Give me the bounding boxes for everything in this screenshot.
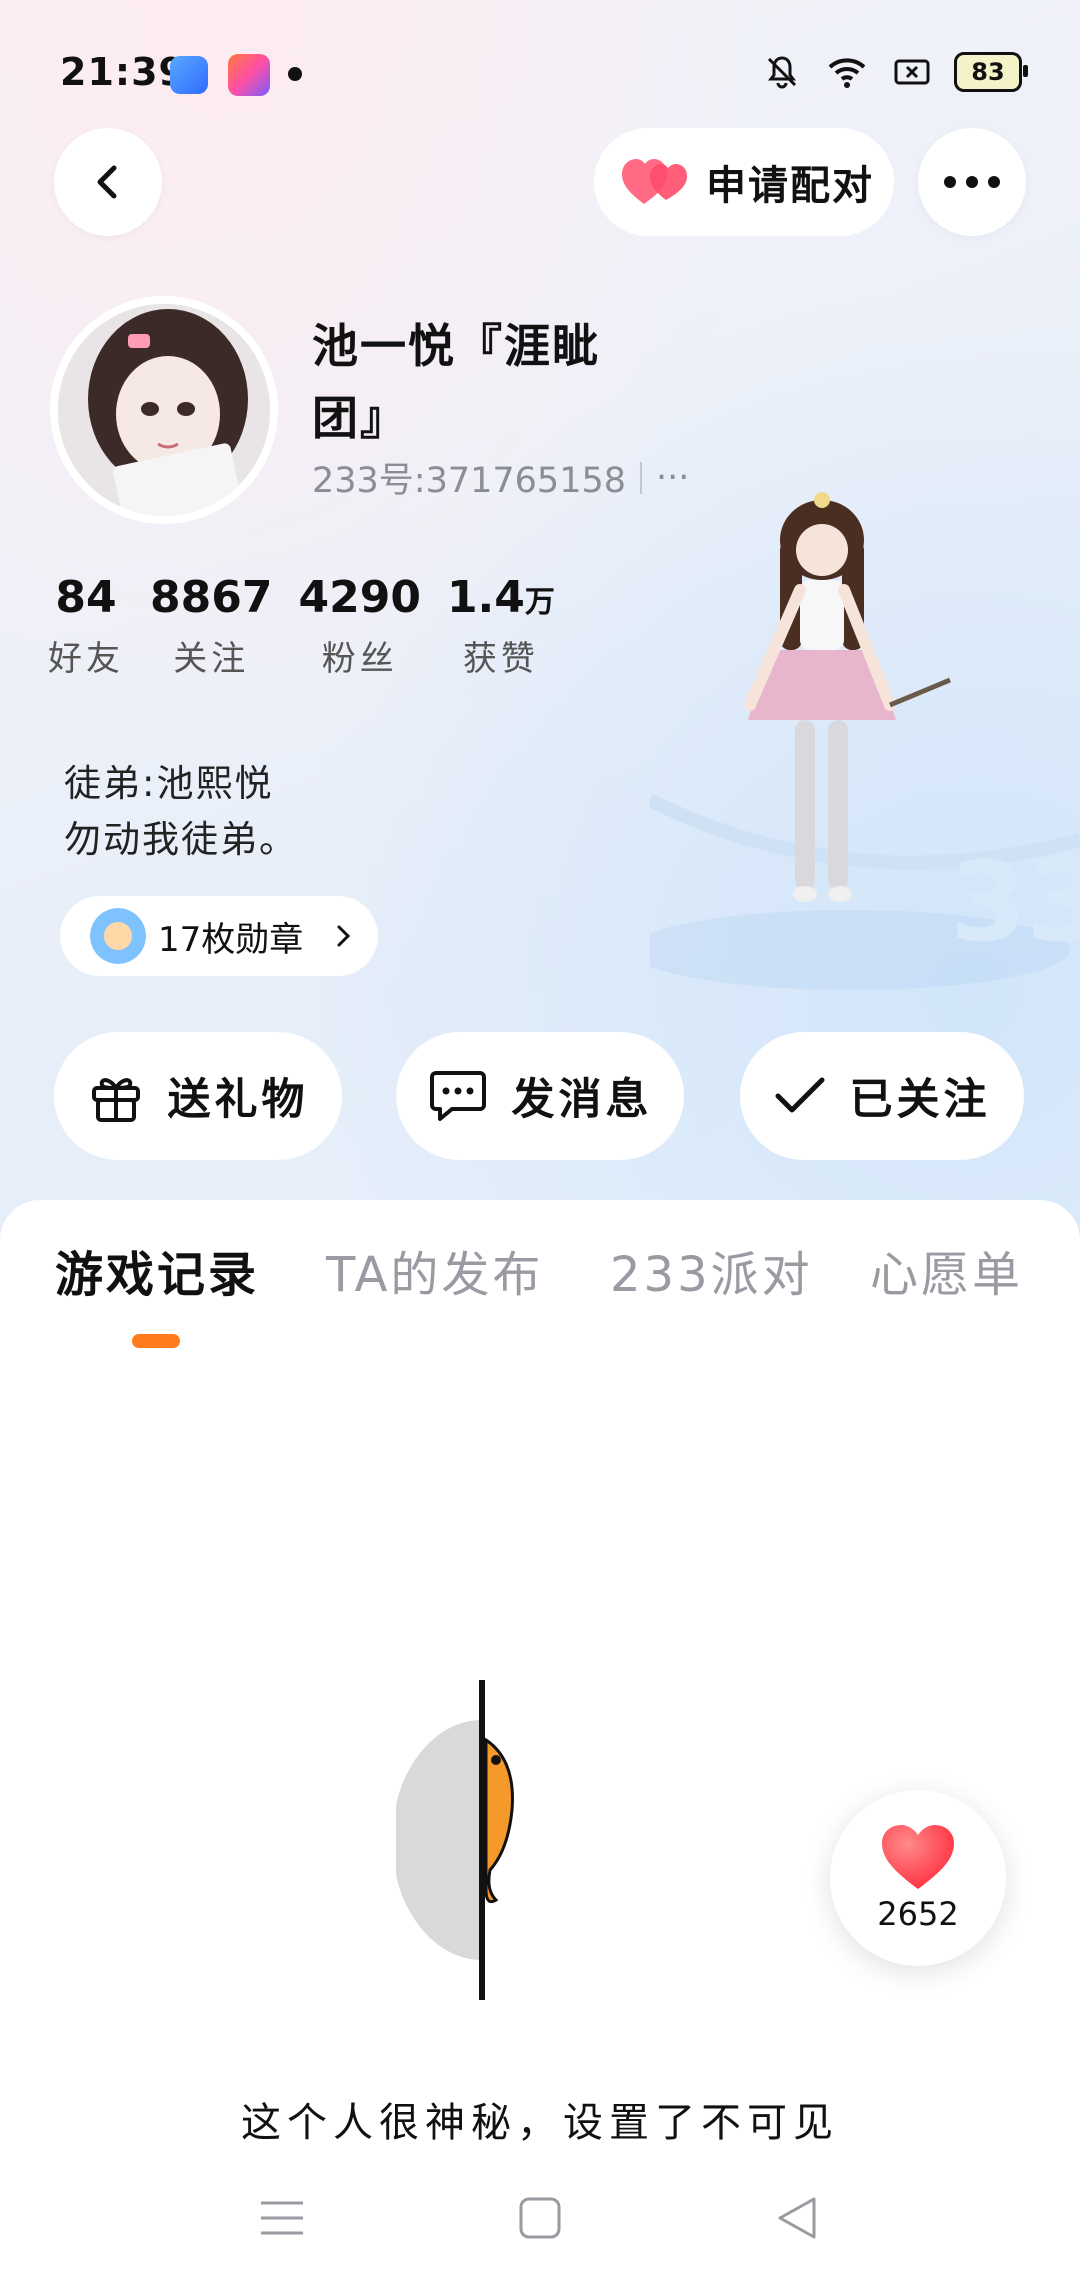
medal-button[interactable]: 17枚勋章 bbox=[60, 896, 378, 976]
stat-fans[interactable]: 4290 粉丝 bbox=[298, 572, 420, 680]
user-id: 233号:371765158 bbox=[312, 461, 627, 501]
tab-wishlist[interactable]: 心愿单 bbox=[870, 1235, 1023, 1305]
followed-label: 已关注 bbox=[849, 1075, 991, 1125]
stat-value: 1.4万 bbox=[446, 572, 555, 623]
request-pair-label: 申请配对 bbox=[706, 163, 874, 209]
tab-posts[interactable]: TA的发布 bbox=[326, 1235, 543, 1305]
square-home-icon bbox=[519, 2197, 561, 2239]
status-time: 21:39 bbox=[60, 50, 186, 94]
system-nav-bar bbox=[0, 2160, 1080, 2280]
stat-label: 获赞 bbox=[462, 639, 539, 679]
menu-icon bbox=[261, 2201, 303, 2235]
user-name: 池一悦『涯眦 团』 bbox=[312, 310, 632, 454]
checkmark-icon bbox=[775, 1077, 824, 1113]
heart-icon bbox=[882, 1825, 954, 1889]
medal-icon bbox=[90, 908, 146, 964]
user-name-line2: 团』 bbox=[312, 391, 408, 445]
stat-following[interactable]: 8867 关注 bbox=[150, 572, 272, 680]
stat-value: 8867 bbox=[150, 572, 273, 623]
chat-bubble-icon bbox=[429, 1071, 486, 1121]
user-name-line1: 池一悦『涯眦 bbox=[312, 319, 600, 373]
stats-row: 84 好友 8867 关注 4290 粉丝 1.4万 获赞 bbox=[48, 572, 581, 680]
hidden-content-illustration bbox=[396, 1680, 514, 2000]
tab-game-records[interactable]: 游戏记录 bbox=[55, 1235, 259, 1305]
profile-tabs: 游戏记录 TA的发布 233派对 心愿单 bbox=[0, 1235, 1080, 1315]
menu-nav-button[interactable] bbox=[252, 2188, 312, 2248]
bell-mute-icon bbox=[767, 56, 797, 89]
triangle-back-icon bbox=[778, 2197, 816, 2239]
home-nav-button[interactable] bbox=[510, 2188, 570, 2248]
stat-friends[interactable]: 84 好友 bbox=[48, 572, 124, 680]
request-pair-button[interactable]: 申请配对 bbox=[594, 128, 894, 236]
send-message-button[interactable]: 发消息 bbox=[396, 1032, 684, 1160]
chevron-left-icon bbox=[97, 165, 117, 199]
battery-icon: 83 bbox=[954, 52, 1028, 92]
avatar-image bbox=[58, 304, 270, 516]
gift-icon bbox=[91, 1078, 140, 1122]
screen-record-icon bbox=[894, 59, 930, 85]
stat-likes[interactable]: 1.4万 获赞 bbox=[447, 572, 555, 680]
user-id-row: 233号:371765158 ··· bbox=[312, 452, 689, 503]
notification-dot bbox=[288, 67, 302, 81]
stat-value: 4290 bbox=[298, 572, 421, 623]
battery-level: 83 bbox=[971, 58, 1005, 86]
svg-text:33: 33 bbox=[950, 838, 1080, 966]
avatar[interactable] bbox=[50, 296, 278, 524]
wifi-icon bbox=[828, 58, 866, 88]
like-count: 2652 bbox=[877, 1895, 959, 1933]
stat-label: 关注 bbox=[173, 639, 250, 679]
double-heart-icon bbox=[622, 159, 687, 204]
send-message-label: 发消息 bbox=[511, 1075, 653, 1125]
like-floating-button[interactable]: 2652 bbox=[830, 1790, 1006, 1966]
active-tab-indicator bbox=[132, 1334, 180, 1348]
stat-label: 好友 bbox=[48, 639, 124, 679]
more-dots-icon bbox=[944, 176, 1000, 188]
tab-233-party[interactable]: 233派对 bbox=[610, 1235, 813, 1305]
stat-value: 84 bbox=[55, 572, 117, 623]
stat-label: 粉丝 bbox=[321, 639, 398, 679]
more-options-button[interactable] bbox=[918, 128, 1026, 236]
bio-line2: 勿动我徒弟。 bbox=[64, 818, 298, 861]
app-icon-blue bbox=[170, 56, 208, 94]
avatar-3d-figure[interactable]: 33 bbox=[650, 480, 1080, 1000]
send-gift-label: 送礼物 bbox=[167, 1075, 309, 1125]
bio-line1: 徒弟:池熙悦 bbox=[64, 762, 274, 805]
divider bbox=[640, 461, 643, 494]
followed-button[interactable]: 已关注 bbox=[740, 1032, 1024, 1160]
medal-label: 17枚勋章 bbox=[158, 919, 304, 960]
empty-state-text: 这个人很神秘，设置了不可见 bbox=[241, 2100, 839, 2146]
back-nav-button[interactable] bbox=[766, 2188, 826, 2248]
chevron-right-icon bbox=[337, 925, 351, 947]
send-gift-button[interactable]: 送礼物 bbox=[54, 1032, 342, 1160]
status-bar: 21:39 83 bbox=[0, 0, 1080, 145]
app-icon-gradient bbox=[228, 54, 270, 96]
back-button[interactable] bbox=[54, 128, 162, 236]
bio: 徒弟:池熙悦 勿动我徒弟。 bbox=[64, 756, 298, 868]
